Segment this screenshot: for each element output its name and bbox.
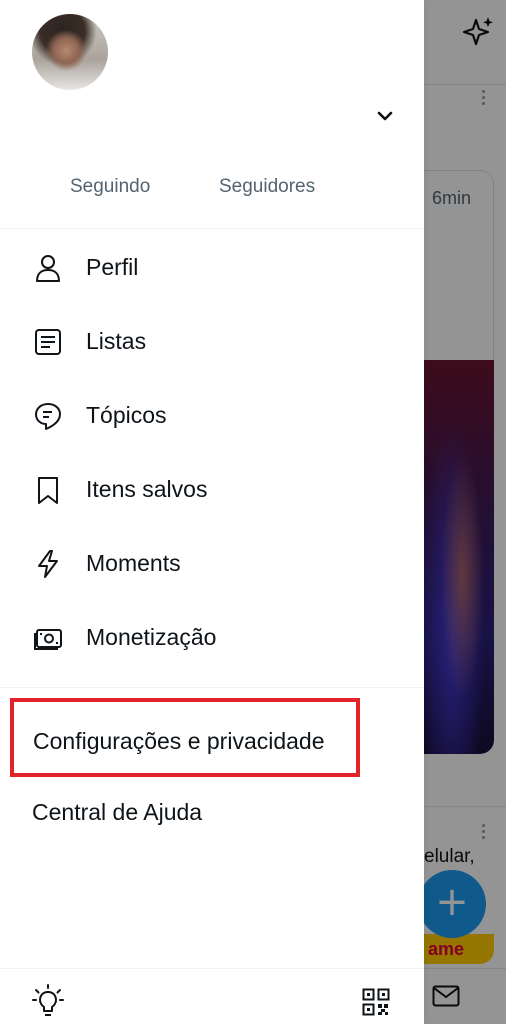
menu-item-moments[interactable]: Moments [0, 526, 424, 600]
app-screen: 6min elular, ame + Seguindo Seguidores P… [0, 0, 506, 1024]
qr-code-icon[interactable] [362, 988, 390, 1016]
chevron-down-icon[interactable] [373, 106, 397, 126]
divider [0, 968, 424, 969]
list-icon [35, 329, 61, 355]
menu-item-label: Moments [86, 550, 181, 576]
menu-item-monetization[interactable]: Monetização [0, 600, 424, 674]
menu-item-topics[interactable]: Tópicos [0, 378, 424, 452]
settings-privacy-item[interactable]: Configurações e privacidade [10, 698, 360, 777]
menu-item-label: Listas [86, 328, 147, 354]
menu-item-label: Perfil [86, 254, 139, 280]
navigation-drawer: Seguindo Seguidores Perfil Listas Tópico… [0, 0, 424, 1024]
settings-privacy-label: Configurações e privacidade [33, 728, 325, 754]
menu-item-lists[interactable]: Listas [0, 304, 424, 378]
menu-item-label: Itens salvos [86, 476, 208, 502]
person-icon [36, 255, 60, 282]
following-link[interactable]: Seguindo [70, 176, 150, 198]
money-icon [34, 629, 62, 650]
bookmark-icon [38, 477, 58, 504]
menu-item-label: Monetização [86, 624, 217, 650]
menu-item-profile[interactable]: Perfil [0, 230, 424, 304]
menu-item-bookmarks[interactable]: Itens salvos [0, 452, 424, 526]
divider [0, 228, 424, 229]
topics-icon [35, 403, 61, 430]
lightbulb-icon[interactable] [32, 984, 64, 1020]
follow-stats: Seguindo Seguidores [0, 176, 424, 206]
lightning-icon [38, 550, 58, 578]
help-center-item[interactable]: Central de Ajuda [32, 799, 202, 826]
menu-item-label: Tópicos [86, 402, 167, 428]
avatar[interactable] [32, 14, 108, 90]
followers-link[interactable]: Seguidores [219, 176, 315, 198]
divider [0, 687, 424, 688]
